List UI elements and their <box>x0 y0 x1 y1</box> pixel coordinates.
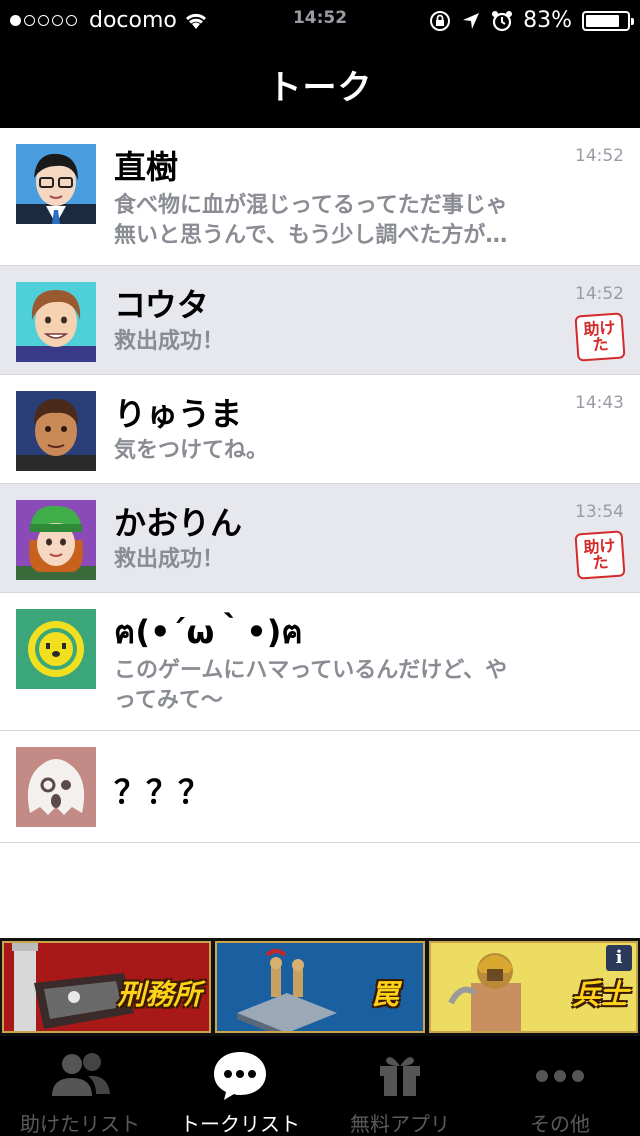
ad-soldier-banner[interactable]: 兵士 i <box>428 941 638 1033</box>
chat-message-line1: 救出成功！ <box>114 547 225 572</box>
chat-row-kouta[interactable]: コウタ 救出成功！ 14:52 助けた <box>0 266 640 375</box>
rescued-stamp: 助けた <box>574 312 626 362</box>
ad-prison-label: 刑務所 <box>117 978 202 1011</box>
ad-trap-banner[interactable]: 罠 <box>215 941 425 1033</box>
people-icon <box>52 1053 110 1096</box>
chat-message-line1: このゲームにハマっているんだけど、や <box>114 658 508 683</box>
location-arrow-icon <box>463 12 480 29</box>
tab-rescued-list[interactable]: 助けたリスト <box>0 1036 160 1136</box>
chat-time: 14:43 <box>575 393 624 413</box>
chat-bubble-icon <box>214 1052 266 1100</box>
chat-row-ryuuma[interactable]: りゅうま 気をつけてね。 14:43 <box>0 375 640 484</box>
ad-trap-label: 罠 <box>370 978 399 1011</box>
battery-icon <box>582 10 634 31</box>
tab-others[interactable]: その他 <box>480 1036 640 1136</box>
tab-label: その他 <box>530 1112 590 1136</box>
chat-row-kaorin[interactable]: かおりん 救出成功！ 13:54 助けた <box>0 484 640 593</box>
tab-label: 無料アプリ <box>350 1112 450 1136</box>
chat-message-line2: ってみて〜 <box>114 688 223 713</box>
chat-row-unknown[interactable]: ？？？ <box>0 731 640 843</box>
bear-face-avatar-icon <box>16 609 96 689</box>
chat-time: 14:52 <box>575 146 624 166</box>
chat-name: かおりん <box>114 504 243 542</box>
page-title: トーク <box>267 68 373 108</box>
chat-name: コウタ <box>114 286 209 324</box>
chat-message-line1: 救出成功！ <box>114 329 225 354</box>
kaorin-avatar-icon <box>16 500 96 580</box>
banner-ads[interactable]: 刑務所 罠 兵士 i <box>0 938 640 1036</box>
nav-bar: トーク <box>0 40 640 128</box>
chat-time: 13:54 <box>575 502 624 522</box>
battery-fill <box>586 14 619 27</box>
tab-bar: 助けたリスト トークリスト 無料アプリ その他 <box>0 1036 640 1136</box>
kouta-avatar-icon <box>16 282 96 362</box>
rescued-stamp: 助けた <box>574 530 626 580</box>
ad-info-icon[interactable]: i <box>605 945 632 971</box>
battery-percent: 83% <box>523 8 572 33</box>
chat-list[interactable]: 直樹 食べ物に血が混じってるってただ事じゃ 無いと思うんで、もう少し調べた方が…… <box>0 128 640 843</box>
ad-prison-banner[interactable]: 刑務所 <box>2 941 212 1033</box>
tab-label: トークリスト <box>180 1112 300 1136</box>
chat-row-naoki[interactable]: 直樹 食べ物に血が混じってるってただ事じゃ 無いと思うんで、もう少し調べた方が…… <box>0 128 640 266</box>
more-dots-icon <box>536 1070 584 1082</box>
status-right: 83% <box>429 8 634 33</box>
status-bar: docomo 14:52 83% <box>0 0 640 40</box>
gift-icon <box>380 1057 420 1096</box>
chat-name: 直樹 <box>114 148 179 186</box>
chat-name: ฅ(•´ω｀•)ฅ <box>114 613 303 651</box>
chat-time: 14:52 <box>575 284 624 304</box>
ryuuma-avatar-icon <box>16 391 96 471</box>
chat-name: りゅうま <box>114 395 243 433</box>
tab-talk-list[interactable]: トークリスト <box>160 1036 320 1136</box>
alarm-clock-icon <box>492 10 513 31</box>
chat-message-line1: 気をつけてね。 <box>114 438 269 463</box>
naoki-avatar-icon <box>16 144 96 224</box>
chat-name: ？？？ <box>114 773 211 811</box>
ad-soldier-label: 兵士 <box>571 978 628 1011</box>
tab-free-apps[interactable]: 無料アプリ <box>320 1036 480 1136</box>
ghost-avatar-icon <box>16 747 96 827</box>
chat-row-emoticon[interactable]: ฅ(•´ω｀•)ฅ このゲームにハマっているんだけど、や ってみて〜 <box>0 593 640 731</box>
chat-message-line1: 食べ物に血が混じってるってただ事じゃ <box>114 193 508 218</box>
screen: docomo 14:52 83% トーク 直樹 食べ物に血が混じってるってただ事… <box>0 0 640 1136</box>
rotation-lock-icon <box>430 10 451 31</box>
tab-label: 助けたリスト <box>20 1112 140 1136</box>
chat-message-line2: 無いと思うんで、もう少し調べた方が… <box>114 223 508 248</box>
